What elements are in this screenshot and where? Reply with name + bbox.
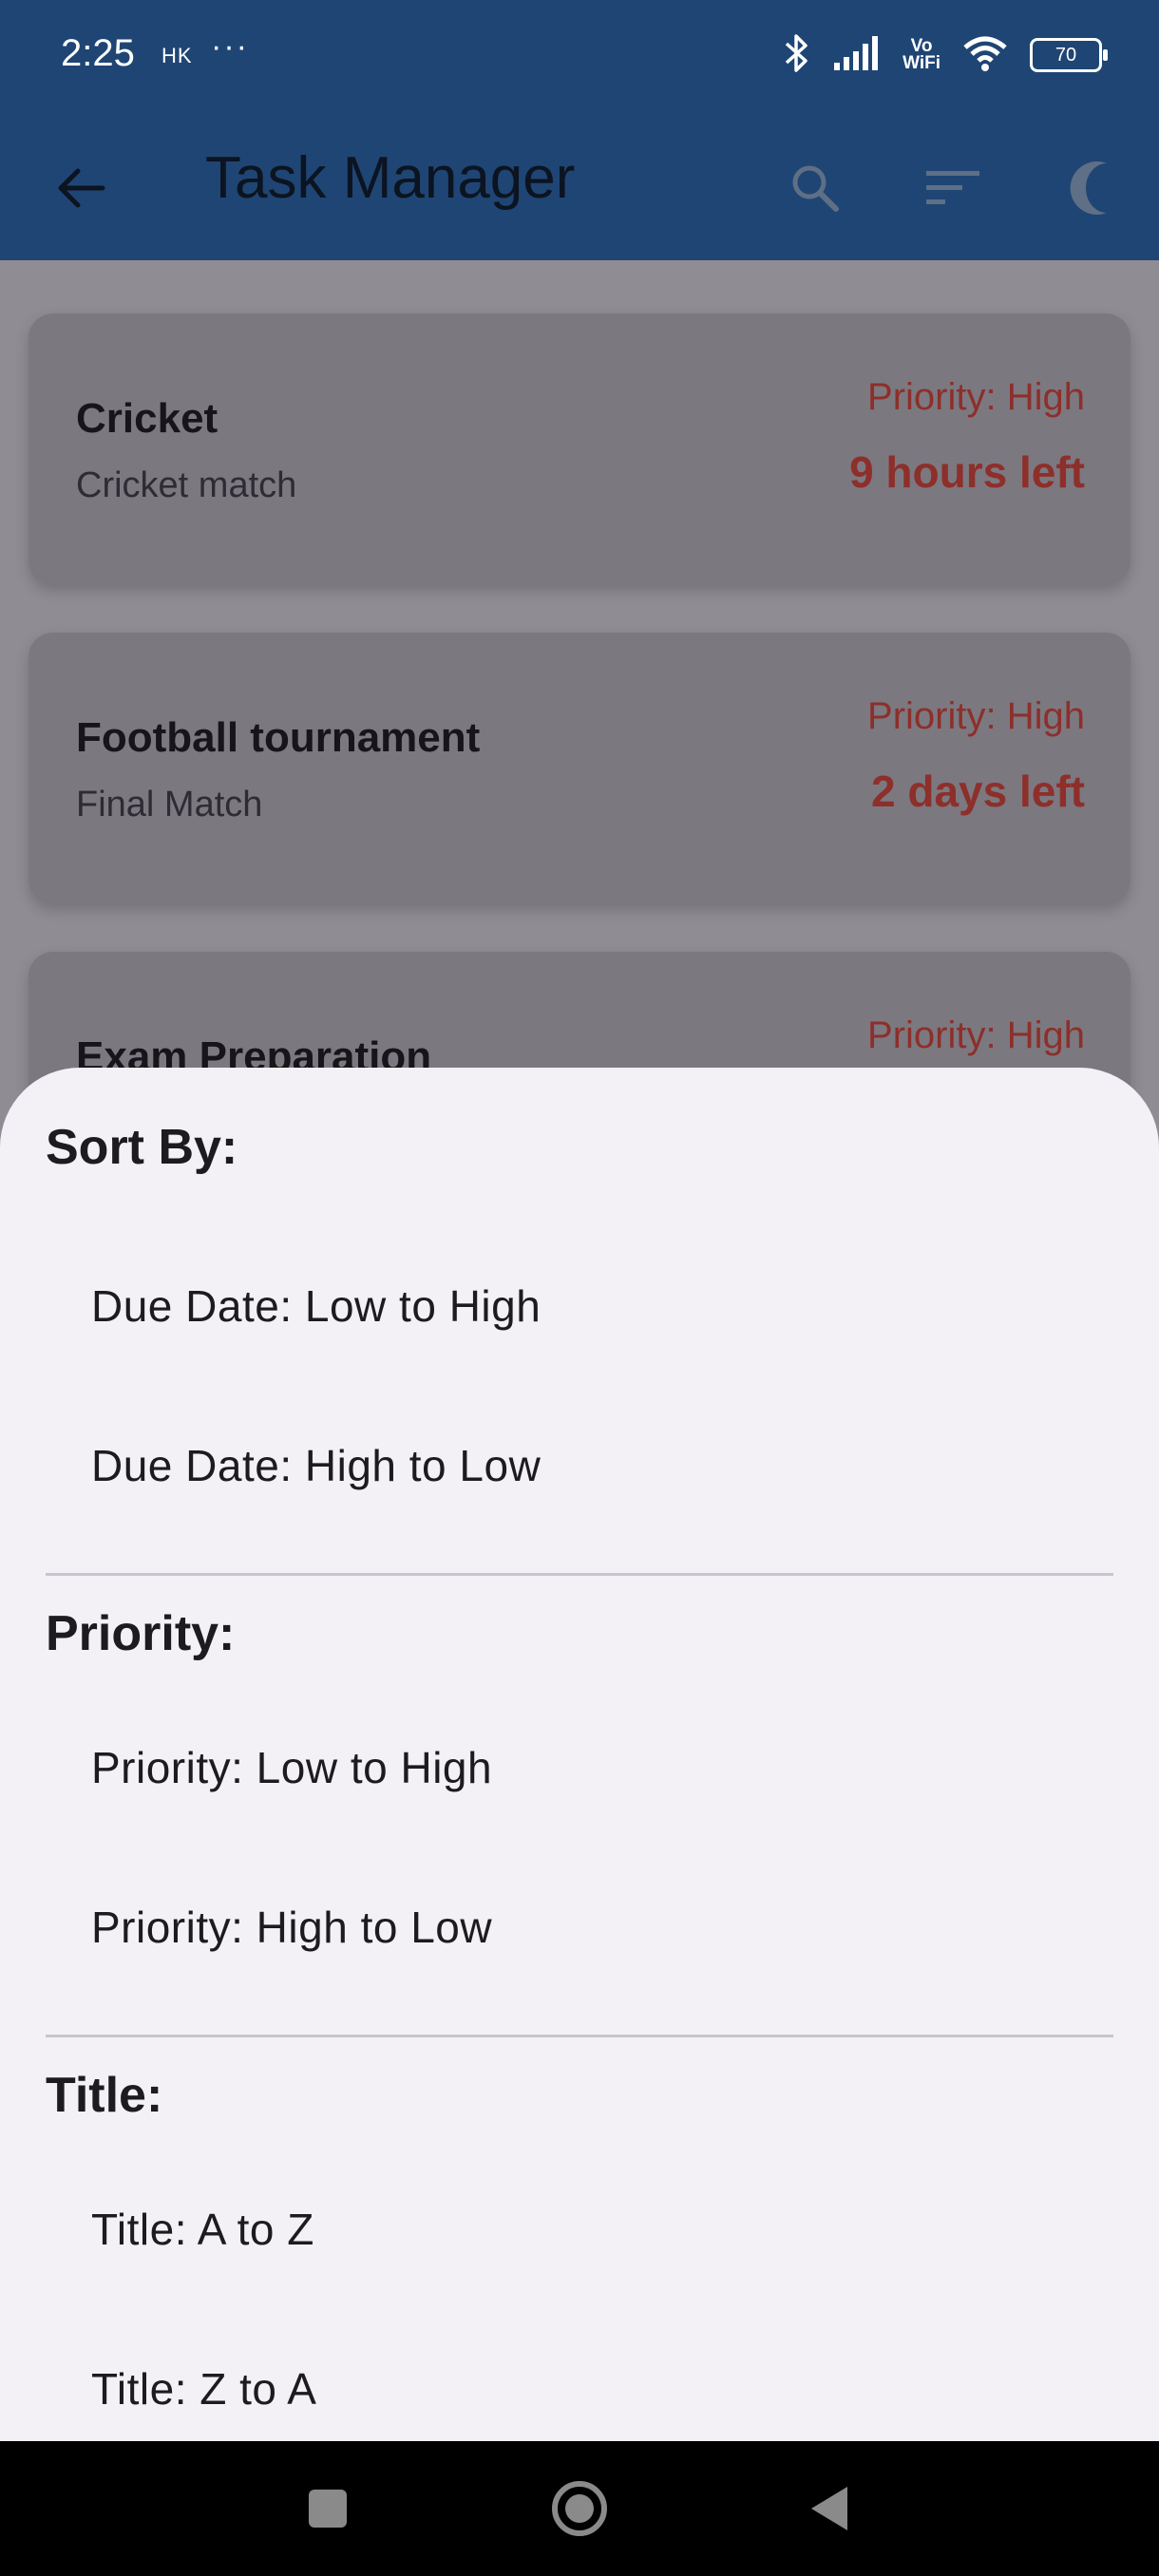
home-circle-icon[interactable]	[546, 2475, 613, 2542]
vowifi-icon: Vo WiFi	[902, 37, 940, 73]
battery-icon: 70	[1030, 38, 1108, 72]
option-due-date-high-low[interactable]: Due Date: High to Low	[91, 1440, 541, 1491]
option-priority-high-low[interactable]: Priority: High to Low	[91, 1902, 492, 1953]
section-heading-priority: Priority:	[46, 1606, 236, 1661]
status-time: 2:25	[61, 32, 135, 74]
task-time-left: 9 hours left	[849, 447, 1085, 497]
status-bar: 2:25 HK ··· Vo WiFi 70	[0, 0, 1159, 112]
task-card[interactable]: Football tournament Final Match Priority…	[28, 633, 1130, 904]
task-title: Cricket	[76, 395, 218, 442]
sort-icon[interactable]	[915, 150, 991, 226]
bluetooth-icon	[783, 32, 811, 79]
task-priority: Priority: High	[867, 695, 1085, 737]
task-card[interactable]: Cricket Cricket match Priority: High 9 h…	[28, 313, 1130, 585]
status-icons: Vo WiFi 70	[783, 27, 1108, 84]
section-heading-sort-by: Sort By:	[46, 1120, 238, 1175]
page-title: Task Manager	[205, 145, 576, 211]
system-nav-bar	[0, 2441, 1159, 2576]
option-due-date-low-high[interactable]: Due Date: Low to High	[91, 1280, 541, 1332]
task-time-left: 2 days left	[871, 767, 1085, 816]
search-icon[interactable]	[777, 150, 853, 226]
signal-icon	[832, 34, 882, 77]
back-triangle-icon[interactable]	[798, 2475, 864, 2542]
status-carrier: HK	[162, 44, 193, 67]
task-title: Football tournament	[76, 714, 481, 761]
option-priority-low-high[interactable]: Priority: Low to High	[91, 1742, 492, 1793]
status-more: ···	[211, 28, 249, 65]
back-arrow-icon[interactable]	[42, 150, 118, 226]
divider	[46, 2035, 1113, 2037]
task-description: Final Match	[76, 785, 263, 824]
task-priority: Priority: High	[867, 1014, 1085, 1056]
sort-bottom-sheet: Sort By: Due Date: Low to High Due Date:…	[0, 1068, 1159, 2441]
wifi-icon	[961, 34, 1009, 77]
recents-square-icon[interactable]	[294, 2475, 361, 2542]
dark-mode-icon[interactable]	[1054, 150, 1130, 226]
vowifi-bottom: WiFi	[902, 53, 940, 73]
option-title-z-a[interactable]: Title: Z to A	[91, 2363, 316, 2415]
app-bar: Task Manager	[0, 112, 1159, 260]
task-description: Cricket match	[76, 465, 297, 505]
section-heading-title: Title:	[46, 2068, 163, 2123]
option-title-a-z[interactable]: Title: A to Z	[91, 2204, 314, 2255]
task-priority: Priority: High	[867, 376, 1085, 418]
divider	[46, 1573, 1113, 1576]
